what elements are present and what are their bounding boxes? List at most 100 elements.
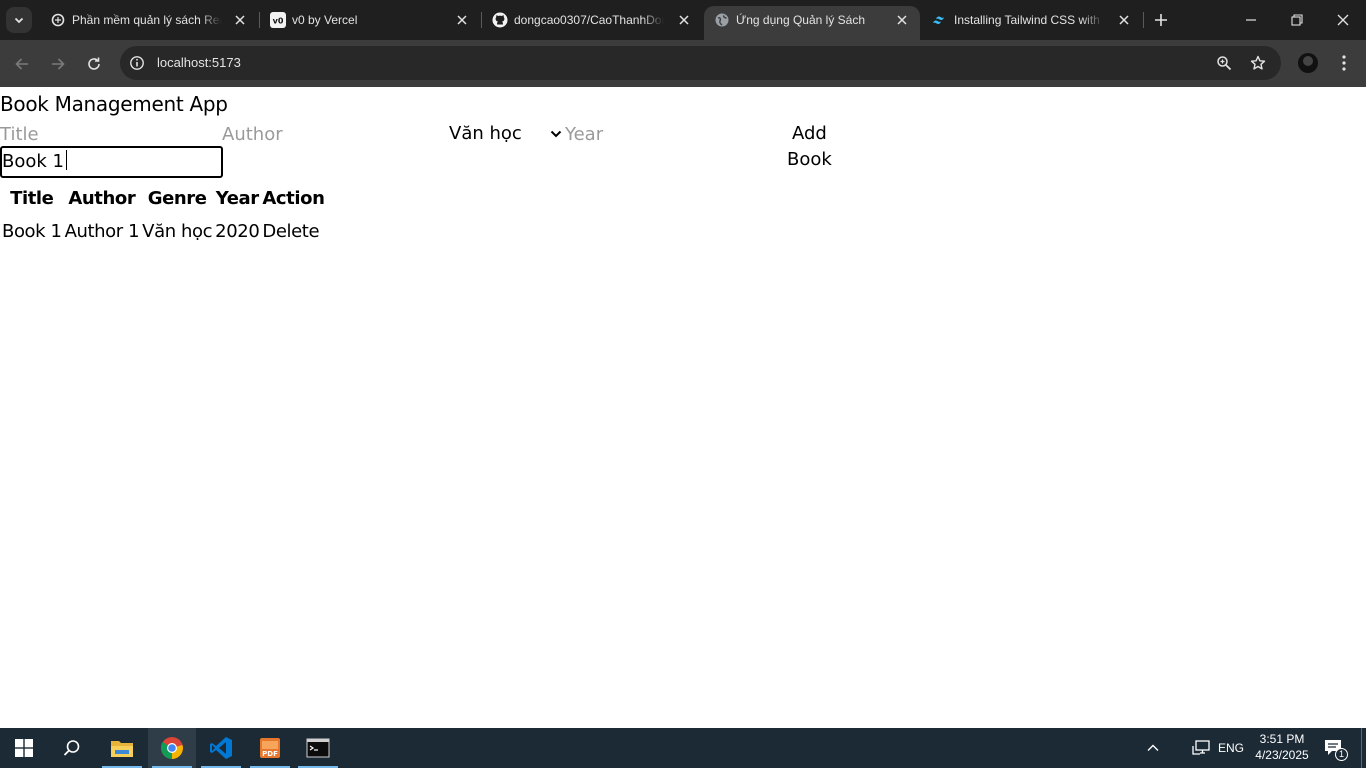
back-button[interactable]	[9, 51, 35, 77]
pdf-icon: PDF	[260, 738, 280, 758]
show-desktop-button[interactable]	[1361, 728, 1366, 768]
close-icon[interactable]	[676, 12, 692, 28]
tab-title: dongcao0307/CaoThanhDong	[514, 13, 664, 27]
reload-icon	[88, 57, 100, 70]
openai-icon	[50, 12, 66, 28]
tab-search-button[interactable]	[6, 7, 32, 33]
browser-tab-strip: Phần mềm quản lý sách React v0 v0 by Ver…	[0, 0, 1366, 40]
column-header-genre: Genre	[147, 187, 207, 209]
vscode-icon	[210, 737, 232, 759]
close-icon[interactable]	[232, 12, 248, 28]
edit-title-value: Book 1	[2, 151, 64, 172]
clock[interactable]: 3:51 PM 4/23/2025	[1250, 731, 1314, 763]
site-info-icon[interactable]	[128, 54, 146, 72]
globe-icon	[714, 12, 730, 28]
tailwind-icon	[932, 12, 948, 28]
clock-time: 3:51 PM	[1259, 732, 1305, 746]
minimize-button[interactable]	[1228, 0, 1274, 40]
address-bar[interactable]: localhost:5173	[120, 46, 1281, 80]
page-content: Book Management App Văn học Add Book Boo…	[0, 87, 1366, 728]
terminal-button[interactable]	[294, 728, 342, 768]
tab-v0[interactable]: v0 v0 by Vercel	[260, 0, 480, 40]
minimize-icon	[1246, 19, 1256, 21]
column-header-title: Title	[10, 187, 54, 209]
restore-icon	[1291, 14, 1303, 26]
cell-genre: Văn học	[142, 220, 213, 242]
start-button[interactable]	[0, 728, 48, 768]
notification-badge: 1	[1335, 748, 1348, 761]
vscode-button[interactable]	[197, 728, 245, 768]
search-button[interactable]	[48, 728, 96, 768]
v0-icon: v0	[270, 12, 286, 28]
reload-button[interactable]	[81, 51, 107, 77]
svg-text:PDF: PDF	[262, 750, 278, 758]
genre-select[interactable]: Văn học	[449, 121, 563, 147]
browser-menu-button[interactable]	[1335, 53, 1353, 73]
year-input[interactable]	[565, 121, 785, 147]
network-icon	[1192, 740, 1210, 755]
action-center-button[interactable]: 1	[1320, 728, 1350, 768]
zoom-icon[interactable]	[1215, 54, 1233, 72]
genre-selected-value: Văn học	[449, 123, 522, 144]
forward-button[interactable]	[45, 51, 71, 77]
tab-title: Ứng dụng Quản lý Sách	[736, 13, 865, 27]
chrome-icon	[160, 737, 183, 759]
table-header-row: Title Author Genre Year Action	[0, 183, 326, 213]
close-icon[interactable]	[1116, 12, 1132, 28]
terminal-icon	[306, 738, 330, 758]
edit-title-input[interactable]: Book 1	[0, 146, 223, 178]
language-indicator[interactable]: ENG	[1214, 728, 1248, 768]
tab-title: v0 by Vercel	[292, 13, 358, 27]
tab-github[interactable]: dongcao0307/CaoThanhDong	[482, 0, 702, 40]
url-text[interactable]: localhost:5173	[157, 56, 241, 70]
windows-taskbar: PDF ENG 3:51 PM 4/23/2025 1	[0, 728, 1366, 768]
add-book-button[interactable]: Add Book	[787, 121, 832, 170]
more-vertical-icon	[1342, 55, 1346, 71]
cell-year: 2020	[215, 220, 260, 242]
tab-tailwind[interactable]: Installing Tailwind CSS with Vite	[922, 0, 1142, 40]
network-button[interactable]	[1188, 728, 1214, 768]
column-header-author: Author	[68, 187, 136, 209]
tab-chatgpt[interactable]: Phần mềm quản lý sách React	[40, 0, 258, 40]
column-header-year: Year	[215, 187, 259, 209]
title-input[interactable]	[0, 121, 222, 147]
page-title: Book Management App	[0, 92, 228, 116]
chevron-down-icon	[550, 130, 562, 138]
arrow-right-icon	[52, 58, 65, 70]
clock-date: 4/23/2025	[1255, 748, 1309, 762]
profile-avatar[interactable]	[1298, 53, 1318, 73]
show-hidden-icons-button[interactable]	[1140, 728, 1166, 768]
close-icon[interactable]	[894, 12, 910, 28]
chevron-up-icon	[1147, 744, 1159, 751]
folder-icon	[111, 741, 133, 757]
svg-text:v0: v0	[273, 17, 284, 26]
windows-logo-icon	[15, 739, 33, 757]
restore-button[interactable]	[1274, 0, 1320, 40]
tab-title: Phần mềm quản lý sách React	[72, 13, 222, 27]
books-table: Title Author Genre Year Action Book 1 Au…	[0, 183, 326, 249]
close-icon	[1337, 14, 1349, 26]
close-icon[interactable]	[454, 12, 470, 28]
plus-icon	[1155, 14, 1167, 26]
bookmark-star-icon[interactable]	[1249, 54, 1267, 72]
github-icon	[492, 12, 508, 28]
chrome-button[interactable]	[148, 728, 196, 768]
text-caret	[65, 150, 67, 170]
arrow-left-icon	[15, 58, 28, 70]
tab-title: Installing Tailwind CSS with Vite	[954, 13, 1104, 27]
pdf-app-button[interactable]: PDF	[246, 728, 294, 768]
cell-title: Book 1	[2, 220, 62, 242]
search-icon	[63, 740, 80, 756]
column-header-action: Action	[262, 187, 325, 209]
tab-separator	[1143, 12, 1144, 28]
author-input[interactable]	[222, 121, 444, 147]
new-tab-button[interactable]	[1150, 9, 1172, 31]
cell-author: Author 1	[64, 220, 140, 242]
close-window-button[interactable]	[1320, 0, 1366, 40]
tab-book-app[interactable]: Ứng dụng Quản lý Sách	[704, 6, 920, 40]
table-row: Book 1 Author 1 Văn học 2020 Delete	[0, 213, 326, 249]
browser-toolbar: localhost:5173	[0, 40, 1366, 87]
chevron-down-icon	[14, 17, 24, 24]
file-explorer-button[interactable]	[98, 728, 146, 768]
delete-button[interactable]: Delete	[260, 213, 325, 249]
